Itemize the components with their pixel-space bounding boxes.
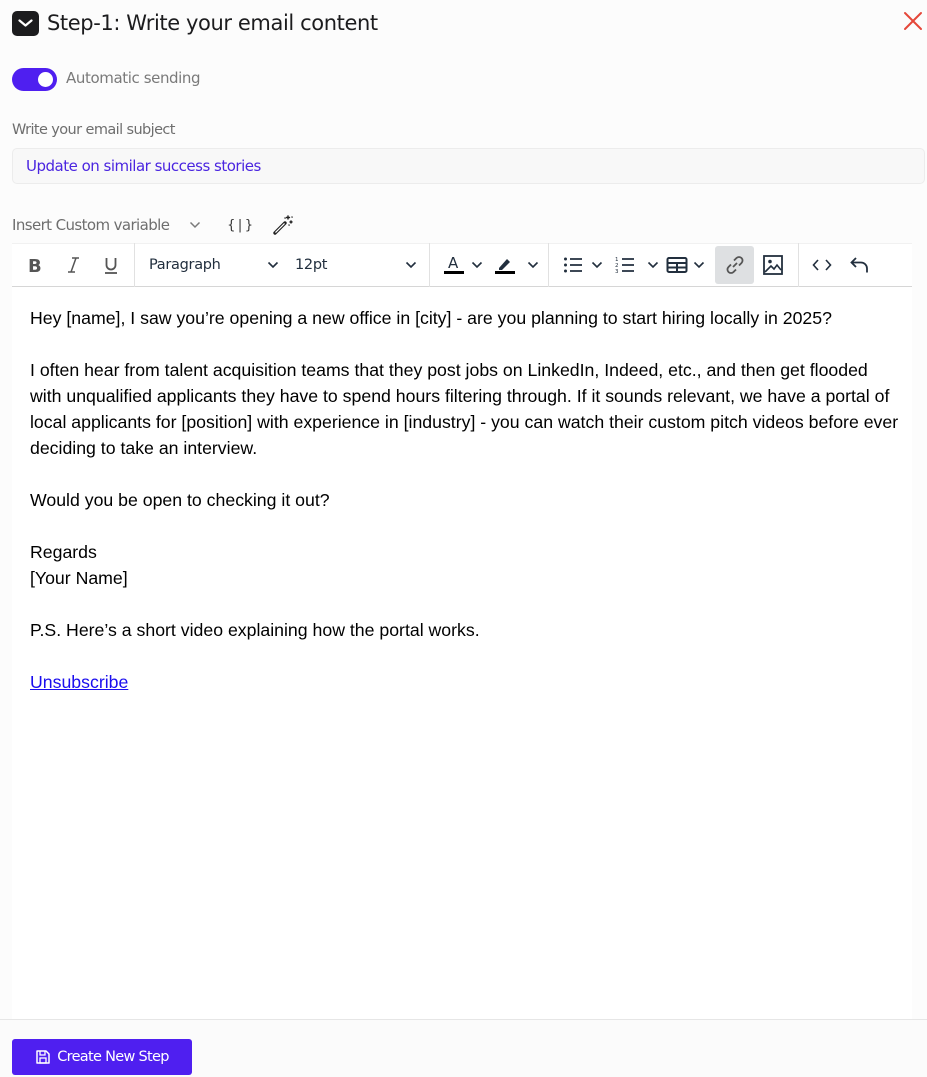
font-size-select[interactable]: 12pt — [283, 246, 429, 284]
page-title: Step-1: Write your email content — [47, 11, 378, 35]
signature: [Your Name] — [30, 568, 128, 588]
numbered-list-button[interactable]: 123 — [607, 246, 643, 284]
numbered-list-icon: 123 — [615, 257, 634, 275]
unsubscribe-link[interactable]: Unsubscribe — [30, 672, 128, 692]
subject-value: Update on similar success stories — [26, 157, 261, 175]
block-format-value: Paragraph — [149, 257, 221, 273]
highlight-button[interactable] — [486, 246, 524, 284]
body-paragraph: Hey [name], I saw you’re opening a new o… — [30, 308, 832, 328]
svg-text:B: B — [28, 256, 42, 274]
body-paragraph: I often hear from talent acquisition tea… — [30, 360, 899, 458]
magic-wand-button[interactable] — [272, 214, 294, 236]
automatic-sending-row: Automatic sending — [12, 68, 201, 91]
variable-braces-button[interactable]: {|} — [227, 218, 253, 233]
chevron-down-icon — [405, 261, 417, 269]
automatic-sending-label: Automatic sending — [66, 68, 201, 87]
insert-custom-variable-select[interactable]: Insert Custom variable — [12, 216, 201, 234]
close-button[interactable] — [903, 11, 923, 31]
underline-button[interactable] — [92, 246, 130, 284]
insert-group: 123 — [549, 243, 792, 287]
highlight-dropdown[interactable] — [524, 246, 542, 284]
chevron-down-icon — [647, 261, 659, 269]
undo-icon — [850, 257, 868, 273]
table-dropdown[interactable] — [691, 246, 707, 284]
font-size-value: 12pt — [295, 257, 328, 273]
bold-icon: B — [28, 256, 42, 274]
text-color-icon: A — [444, 254, 464, 274]
editor-toolbar: B Paragraph 12pt A 1 2 3 — [12, 243, 912, 287]
undo-button[interactable] — [841, 246, 879, 284]
email-body[interactable]: Hey [name], I saw you’re opening a new o… — [30, 305, 900, 695]
chevron-down-icon — [591, 261, 603, 269]
signoff: Regards — [30, 542, 97, 562]
svg-text:A: A — [448, 254, 459, 272]
automatic-sending-toggle[interactable] — [12, 68, 57, 91]
body-paragraph: Would you be open to checking it out? — [30, 490, 330, 510]
source-code-button[interactable] — [803, 246, 841, 284]
format-group: B — [12, 243, 134, 287]
text-color-dropdown[interactable] — [468, 246, 486, 284]
underline-icon — [105, 258, 117, 274]
bold-button[interactable]: B — [16, 246, 54, 284]
magic-wand-icon — [273, 215, 293, 235]
save-icon — [36, 1050, 50, 1064]
italic-icon — [68, 257, 79, 273]
misc-group — [799, 243, 879, 287]
image-button[interactable] — [754, 246, 792, 284]
svg-text:3: 3 — [615, 269, 619, 275]
image-icon — [763, 255, 783, 275]
table-button[interactable] — [663, 246, 691, 284]
modal-header: Step-1: Write your email content — [12, 9, 927, 37]
modal-footer: Create New Step — [0, 1019, 927, 1077]
insert-custom-variable-label: Insert Custom variable — [12, 216, 170, 234]
source-code-icon — [812, 259, 832, 271]
table-icon — [666, 257, 688, 273]
block-format-select[interactable]: Paragraph — [135, 246, 283, 284]
color-group: A — [430, 243, 542, 287]
toggle-knob — [38, 72, 53, 87]
mail-icon — [12, 10, 39, 36]
bullet-list-button[interactable] — [559, 246, 587, 284]
bullet-list-dropdown[interactable] — [587, 246, 607, 284]
chevron-down-icon — [693, 261, 705, 269]
chevron-down-icon — [471, 261, 483, 269]
bullet-list-icon — [564, 257, 582, 273]
chevron-down-icon — [267, 261, 279, 269]
close-icon — [904, 12, 922, 30]
postscript: P.S. Here’s a short video explaining how… — [30, 620, 480, 640]
create-new-step-label: Create New Step — [57, 1049, 169, 1065]
link-icon — [726, 256, 743, 274]
chevron-down-icon — [527, 261, 539, 269]
rich-text-editor: B Paragraph 12pt A 1 2 3 Hey [name], I s… — [12, 243, 912, 1019]
text-color-button[interactable]: A — [440, 246, 468, 284]
numbered-list-dropdown[interactable] — [643, 246, 663, 284]
highlight-icon — [495, 259, 515, 274]
subject-input[interactable]: Update on similar success stories — [12, 148, 925, 184]
create-new-step-button[interactable]: Create New Step — [12, 1039, 192, 1075]
chevron-down-icon — [190, 221, 201, 229]
custom-variable-row: Insert Custom variable {|} — [12, 210, 312, 240]
italic-button[interactable] — [54, 246, 92, 284]
subject-label: Write your email subject — [12, 122, 175, 138]
link-button[interactable] — [715, 246, 754, 284]
